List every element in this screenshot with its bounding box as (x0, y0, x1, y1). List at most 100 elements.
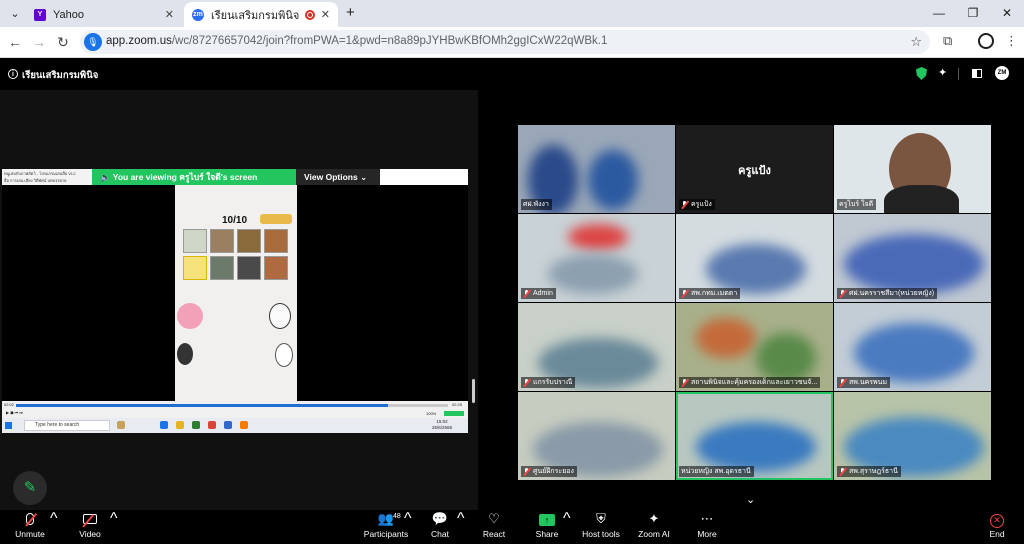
participant-name-tag: ครูไบร์ ใจดี (837, 199, 877, 210)
restore-icon[interactable]: ❐ (956, 0, 990, 27)
participant-tile[interactable]: สถานพินิจและคุ้มครองเด็กและเยาวชนจั... (676, 303, 833, 391)
mic-muted-icon (523, 289, 530, 298)
chat-button[interactable]: 💬 Chat (424, 510, 456, 544)
tab-search-chevron-icon[interactable]: ⌄ (6, 5, 24, 23)
zoom-taskbar-icon (224, 421, 232, 429)
address-bar[interactable]: 🎙 app.zoom.us/wc/87276657042/join?fromPW… (80, 30, 930, 54)
more-label: More (697, 529, 717, 539)
participant-tile[interactable]: ครูแป้ง ครูแป้ง (676, 125, 833, 213)
browser-tab-zoom[interactable]: zm เรียนเสริมกรมพินิจ ✕ (184, 2, 338, 27)
participant-tile[interactable]: สพ.นครพนม (834, 303, 991, 391)
chat-icon: 💬 (431, 511, 449, 526)
taskbar-app-icon (117, 421, 125, 429)
share-screen-icon: ↑ (539, 514, 555, 526)
participant-tile[interactable]: สพ.กทม.เมตตา (676, 214, 833, 302)
extensions-icon[interactable]: ⧉ (943, 33, 952, 49)
blurred-video (756, 333, 816, 383)
edge-icon (160, 421, 168, 429)
security-shield-icon[interactable] (916, 67, 927, 80)
minimize-icon[interactable]: — (922, 0, 956, 27)
zoom-icon: zm (192, 8, 204, 21)
host-tools-label: Host tools (582, 529, 620, 539)
game-logo (260, 214, 292, 224)
unmute-label: Unmute (15, 529, 45, 539)
participant-name: สพ.สุราษฎร์ธานี (849, 468, 898, 475)
participant-name: สพ.นครพนม (849, 379, 888, 386)
react-button[interactable]: ♡ React (478, 510, 510, 544)
more-button[interactable]: ⋯ More (692, 510, 722, 544)
new-tab-plus-icon[interactable]: + (346, 4, 355, 21)
participants-options-caret-icon[interactable]: ^ (404, 510, 412, 544)
blurred-video (548, 254, 638, 294)
participant-tile[interactable]: ศูนย์ฝึกระยอง (518, 392, 675, 480)
mic-muted-icon (25, 513, 37, 527)
participant-name-tag: หน่วยหญิง สพ.อุดรธานี (679, 466, 754, 477)
browser-menu-icon[interactable]: ⋮ (1005, 33, 1018, 49)
participant-name-tag: แกรรับปราณี (521, 377, 576, 388)
folder-icon (176, 421, 184, 429)
blurred-video (696, 422, 816, 472)
url-domain: app.zoom.us (106, 35, 172, 47)
annotate-pencil-button[interactable]: ✎ (13, 471, 47, 505)
video-gallery: ศฝ.พังงา ครูแป้ง ครูแป้ง ครูไบร์ ใจดี Ad… (478, 90, 1024, 510)
video-button[interactable]: Video (72, 510, 108, 544)
participant-name-tag: สพ.กทม.เมตตา (679, 288, 741, 299)
blurred-video (854, 323, 974, 383)
recording-indicator-icon (304, 9, 315, 20)
zoom-ai-button[interactable]: ✦ Zoom AI (634, 510, 674, 544)
tab-close-icon[interactable]: ✕ (321, 8, 330, 21)
profile-avatar-icon[interactable] (978, 33, 994, 49)
bookmark-star-icon[interactable]: ☆ (910, 34, 922, 50)
audio-options-caret-icon[interactable]: ^ (50, 510, 58, 544)
url-text[interactable]: app.zoom.us/wc/87276657042/join?fromPWA=… (106, 35, 607, 47)
participant-name: สพ.กทม.เมตตา (691, 290, 738, 297)
tab-title: Yahoo (53, 8, 84, 21)
game-score: 10/10 (222, 215, 248, 226)
taskbar-search: Type here to search (24, 420, 110, 431)
view-layout-icon[interactable] (972, 69, 982, 78)
participant-tile[interactable]: ศฝ.พังงา (518, 125, 675, 213)
vlc-volume-bar[interactable] (444, 411, 464, 416)
unmute-button[interactable]: Unmute (12, 510, 48, 544)
vlc-controls: 02:02 02:25 ▶ ◼ ⏮ ⏭ 100% (2, 401, 468, 418)
participant-tile[interactable]: ศฝ.นครราชสีมา(หน่วยหญิง) (834, 214, 991, 302)
animal-card-selected (183, 256, 207, 280)
gallery-collapse-chevron-icon[interactable]: ⌄ (746, 493, 755, 506)
host-tools-button[interactable]: ⛨ Host tools (580, 510, 622, 544)
tab-title: เรียนเสริมกรมพินิจ (211, 9, 300, 22)
meeting-info-icon[interactable]: i (8, 69, 18, 79)
mic-muted-icon (681, 289, 688, 298)
shared-window-strip (380, 169, 468, 185)
ai-sparkle-icon[interactable]: ✦ (938, 66, 947, 79)
participant-tile-active-speaker[interactable]: หน่วยหญิง สพ.อุดรธานี (676, 392, 833, 480)
close-window-icon[interactable]: ✕ (990, 0, 1024, 27)
video-off-name: ครูแป้ง (738, 165, 771, 177)
end-label: End (989, 529, 1005, 539)
resize-handle[interactable] (472, 379, 475, 403)
end-button[interactable]: ✕ End (984, 510, 1010, 544)
zoom-profile-avatar[interactable]: ZM (995, 66, 1009, 80)
back-arrow-icon[interactable]: ← (6, 34, 24, 50)
tab-close-icon[interactable]: ✕ (165, 8, 174, 21)
vlc-elapsed-time: 02:02 (4, 402, 15, 407)
view-options-button[interactable]: View Options ⌄ (296, 169, 380, 185)
video-options-caret-icon[interactable]: ^ (110, 510, 118, 544)
browser-tab-yahoo[interactable]: Y Yahoo ✕ (26, 2, 182, 27)
host-tools-shield-icon: ⛨ (596, 511, 606, 526)
participant-tile[interactable]: Admin (518, 214, 675, 302)
forward-arrow-icon[interactable]: → (30, 34, 48, 50)
participant-tile[interactable]: สพ.สุราษฎร์ธานี (834, 392, 991, 480)
microphone-in-use-icon[interactable]: 🎙 (84, 33, 102, 51)
participant-tile[interactable]: แกรรับปราณี (518, 303, 675, 391)
reload-icon[interactable]: ↻ (54, 34, 72, 50)
participant-name: สถานพินิจและคุ้มครองเด็กและเยาวชนจั... (691, 379, 818, 386)
blurred-video (568, 224, 628, 250)
vlc-seek-bar[interactable] (16, 404, 388, 407)
view-options-label: View Options (304, 172, 358, 182)
share-button[interactable]: ↑ Share (530, 510, 564, 544)
chat-options-caret-icon[interactable]: ^ (457, 510, 465, 544)
share-options-caret-icon[interactable]: ^ (563, 510, 571, 544)
browser-tab-strip: ⌄ Y Yahoo ✕ zm เรียนเสริมกรมพินิจ ✕ + — … (0, 0, 1024, 27)
participant-tile[interactable]: ครูไบร์ ใจดี (834, 125, 991, 213)
clock-date: 25/6/2568 (432, 425, 453, 430)
